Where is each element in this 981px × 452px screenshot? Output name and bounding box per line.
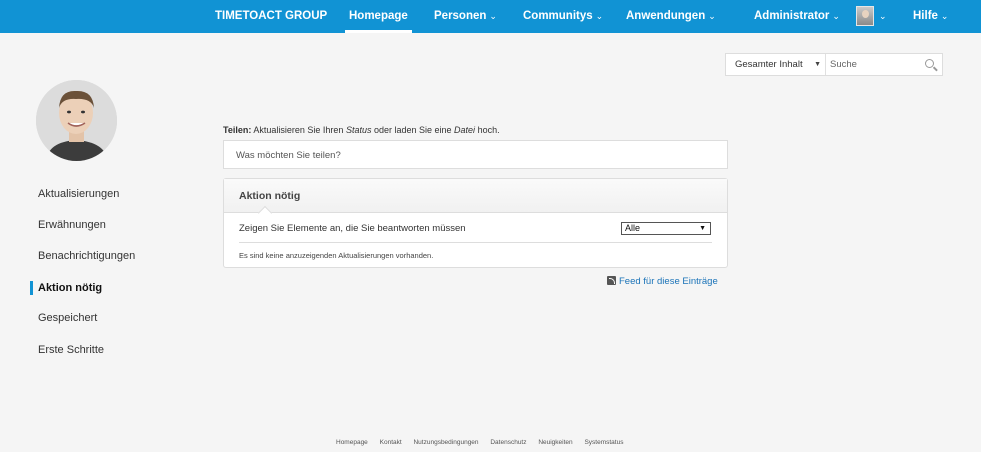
nav-homepage[interactable]: Homepage <box>345 0 412 33</box>
nav-personen-label: Personen <box>434 10 487 22</box>
search-input[interactable]: Suche <box>830 54 920 75</box>
chevron-down-icon: ⌄ <box>832 11 840 21</box>
footer-link-neuigkeiten[interactable]: Neuigkeiten <box>538 439 572 446</box>
leftnav-benachrichtigungen[interactable]: Benachrichtigungen <box>38 250 135 262</box>
leftnav-gespeichert[interactable]: Gespeichert <box>38 312 97 324</box>
search-icon[interactable] <box>925 59 934 68</box>
avatar-menu-chevron[interactable]: ⌄ <box>876 0 887 33</box>
footer: Homepage Kontakt Nutzungsbedingungen Dat… <box>336 439 633 446</box>
chevron-down-icon: ⌄ <box>595 11 604 21</box>
footer-link-nutzungsbedingungen[interactable]: Nutzungsbedingungen <box>413 439 478 446</box>
panel-title: Aktion nötig <box>239 190 301 202</box>
filter-value: Alle <box>625 223 641 233</box>
caret-down-icon: ▼ <box>699 225 706 232</box>
leftnav-erste-schritte[interactable]: Erste Schritte <box>38 344 104 356</box>
file-link[interactable]: Datei <box>454 125 475 135</box>
nav-personen[interactable]: Personen ⌄ <box>434 0 497 33</box>
empty-message: Es sind keine anzuzeigenden Aktualisieru… <box>239 251 434 260</box>
panel-divider <box>239 242 712 243</box>
chevron-down-icon: ⌄ <box>879 11 887 21</box>
profile-avatar[interactable] <box>36 80 117 161</box>
action-required-panel: Aktion nötig Zeigen Sie Elemente an, die… <box>223 178 728 268</box>
share-input[interactable]: Was möchten Sie teilen? <box>223 140 728 169</box>
user-menu[interactable]: Administrator ⌄ <box>754 0 840 33</box>
panel-header: Aktion nötig <box>224 179 727 221</box>
chevron-down-icon: ⌄ <box>708 11 716 21</box>
leftnav-aktion-noetig[interactable]: Aktion nötig <box>38 282 102 294</box>
share-text-3: hoch. <box>477 125 500 135</box>
nav-anwendungen-label: Anwendungen <box>626 10 706 22</box>
share-label: Teilen: <box>223 125 252 135</box>
active-item-marker <box>30 281 33 295</box>
user-avatar[interactable] <box>856 6 874 26</box>
nav-communitys-label: Communitys <box>523 10 593 22</box>
user-name: Administrator <box>754 10 830 22</box>
filter-label: Zeigen Sie Elemente an, die Sie beantwor… <box>239 223 466 234</box>
feed-link[interactable]: Feed für diese Einträge <box>607 276 718 287</box>
rss-feed-icon <box>607 276 616 285</box>
filter-select[interactable]: Alle ▼ <box>621 222 711 235</box>
share-text-2: oder laden Sie eine <box>373 125 452 135</box>
footer-link-systemstatus[interactable]: Systemstatus <box>584 439 623 446</box>
search-scope-label: Gesamter Inhalt <box>735 59 803 70</box>
help-menu[interactable]: Hilfe ⌄ <box>913 0 948 33</box>
top-navigation-bar: TIMETOACT GROUP Homepage Personen ⌄ Commu… <box>0 0 981 33</box>
chevron-down-icon: ⌄ <box>489 11 497 21</box>
header-notch <box>257 205 273 221</box>
profile-photo <box>36 80 117 161</box>
leftnav-aktualisierungen[interactable]: Aktualisierungen <box>38 188 119 200</box>
nav-communitys[interactable]: Communitys ⌄ <box>523 0 603 33</box>
help-label: Hilfe <box>913 10 938 22</box>
leftnav-erwaehnungen[interactable]: Erwähnungen <box>38 219 106 231</box>
footer-link-kontakt[interactable]: Kontakt <box>380 439 402 446</box>
feed-label: Feed für diese Einträge <box>619 276 718 287</box>
nav-anwendungen[interactable]: Anwendungen ⌄ <box>626 0 716 33</box>
status-link[interactable]: Status <box>346 125 372 135</box>
footer-link-homepage[interactable]: Homepage <box>336 439 368 446</box>
nav-homepage-label: Homepage <box>349 10 408 22</box>
share-text-1: Aktualisieren Sie Ihren <box>253 125 344 135</box>
share-prompt: Teilen: Aktualisieren Sie Ihren Status o… <box>223 125 500 135</box>
chevron-down-icon: ⌄ <box>940 11 949 21</box>
footer-link-datenschutz[interactable]: Datenschutz <box>490 439 526 446</box>
brand-link[interactable]: TIMETOACT GROUP <box>215 0 327 33</box>
search-box: Gesamter Inhalt ▼ Suche <box>725 53 943 76</box>
search-scope-select[interactable]: Gesamter Inhalt ▼ <box>726 54 826 75</box>
caret-down-icon: ▼ <box>814 61 821 68</box>
